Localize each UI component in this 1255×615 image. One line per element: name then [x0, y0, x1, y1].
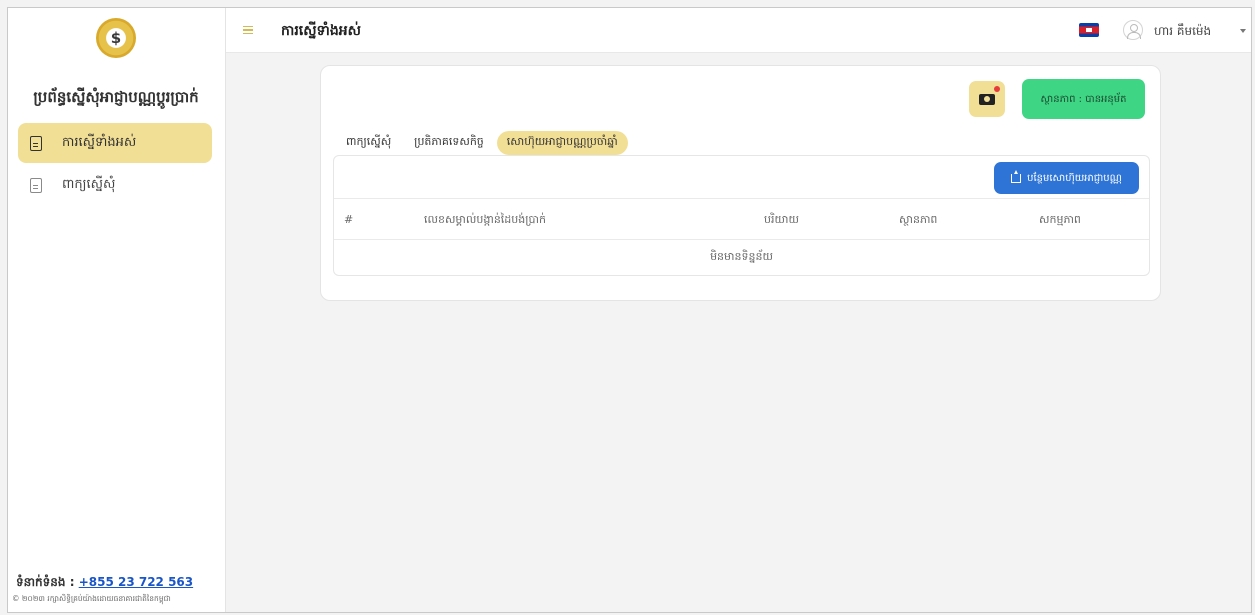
- add-license-fee-button[interactable]: បន្ថែមសោហ៊ុយអាជ្ញាបណ្ណ: [994, 162, 1139, 194]
- tab-bar: ពាក្យស្នើសុំ ប្រតិភាគទេសកិច្ច សោហ៊ុយអាជ្…: [336, 131, 631, 155]
- app-frame: $ ប្រព័ន្ធស្នើសុំអាជ្ញាបណ្ណប្តូរប្រាក់ ក…: [7, 7, 1252, 613]
- tab-annual-license-fee[interactable]: សោហ៊ុយអាជ្ញាបណ្ណប្រចាំឆ្នាំ: [496, 131, 628, 155]
- chevron-down-icon[interactable]: [1240, 29, 1246, 33]
- document-add-icon: [30, 177, 42, 193]
- cambodia-flag-icon[interactable]: [1079, 23, 1099, 37]
- page-title: ការស្នើទាំងអស់: [281, 23, 361, 39]
- sidebar-item-label: ពាក្យស្នើសុំ: [62, 176, 116, 192]
- upload-icon: [1011, 169, 1022, 183]
- contact-phone-link[interactable]: +855 23 722 563: [79, 575, 193, 589]
- column-header-index: #: [344, 213, 354, 226]
- app-title: ប្រព័ន្ធស្នើសុំអាជ្ញាបណ្ណប្តូរប្រាក់: [33, 88, 199, 106]
- user-name[interactable]: ហារ គឹមម៉េង: [1154, 23, 1211, 41]
- tab-delegation[interactable]: ប្រតិភាគទេសកិច្ច: [404, 131, 494, 155]
- column-header-description: បរិយាយ: [764, 213, 799, 226]
- empty-table-message: មិនមានទិន្នន័យ: [710, 249, 773, 263]
- table-header: # លេខសម្គាល់បង្កាន់ដៃបង់ប្រាក់ បរិយាយ ស្…: [334, 198, 1149, 240]
- tab-application[interactable]: ពាក្យស្នើសុំ: [336, 131, 401, 155]
- sidebar-item-application[interactable]: ពាក្យស្នើសុំ: [18, 165, 212, 205]
- camera-button[interactable]: [969, 81, 1005, 117]
- document-icon: [30, 135, 42, 151]
- logo: $: [96, 18, 136, 58]
- column-header-status: ស្ថានភាព: [899, 213, 938, 226]
- sidebar: $ ប្រព័ន្ធស្នើសុំអាជ្ញាបណ្ណប្តូរប្រាក់ ក…: [8, 8, 226, 612]
- contact-label: ទំនាក់ទំនង :: [16, 575, 75, 589]
- sidebar-item-label: ការស្នើទាំងអស់: [62, 134, 137, 150]
- contact-info: ទំនាក់ទំនង : +855 23 722 563: [16, 574, 193, 592]
- top-header: ការស្នើទាំងអស់ ហារ គឹមម៉េង: [226, 8, 1251, 53]
- request-card: ស្ថានភាព : បានអនុម័ត ពាក្យស្នើសុំ ប្រតិភ…: [320, 65, 1161, 301]
- notification-dot: [994, 86, 1000, 92]
- copyright: © ២០២៣ រក្សាសិទ្ធិគ្រប់យ៉ាងដោយធនាគារជាតិ…: [12, 594, 171, 603]
- menu-icon[interactable]: [243, 26, 253, 34]
- camera-icon: [979, 93, 995, 105]
- add-license-fee-label: បន្ថែមសោហ៊ុយអាជ្ញាបណ្ណ: [1027, 172, 1122, 184]
- fee-table-panel: បន្ថែមសោហ៊ុយអាជ្ញាបណ្ណ # លេខសម្គាល់បង្កា…: [333, 155, 1150, 276]
- logo-mark: $: [110, 29, 122, 47]
- status-badge: ស្ថានភាព : បានអនុម័ត: [1022, 79, 1145, 119]
- column-header-actions: សកម្មភាព: [1039, 213, 1081, 226]
- avatar-icon[interactable]: [1123, 20, 1143, 40]
- column-header-receipt-number: លេខសម្គាល់បង្កាន់ដៃបង់ប្រាក់: [424, 213, 546, 226]
- sidebar-item-all-requests[interactable]: ការស្នើទាំងអស់: [18, 123, 212, 163]
